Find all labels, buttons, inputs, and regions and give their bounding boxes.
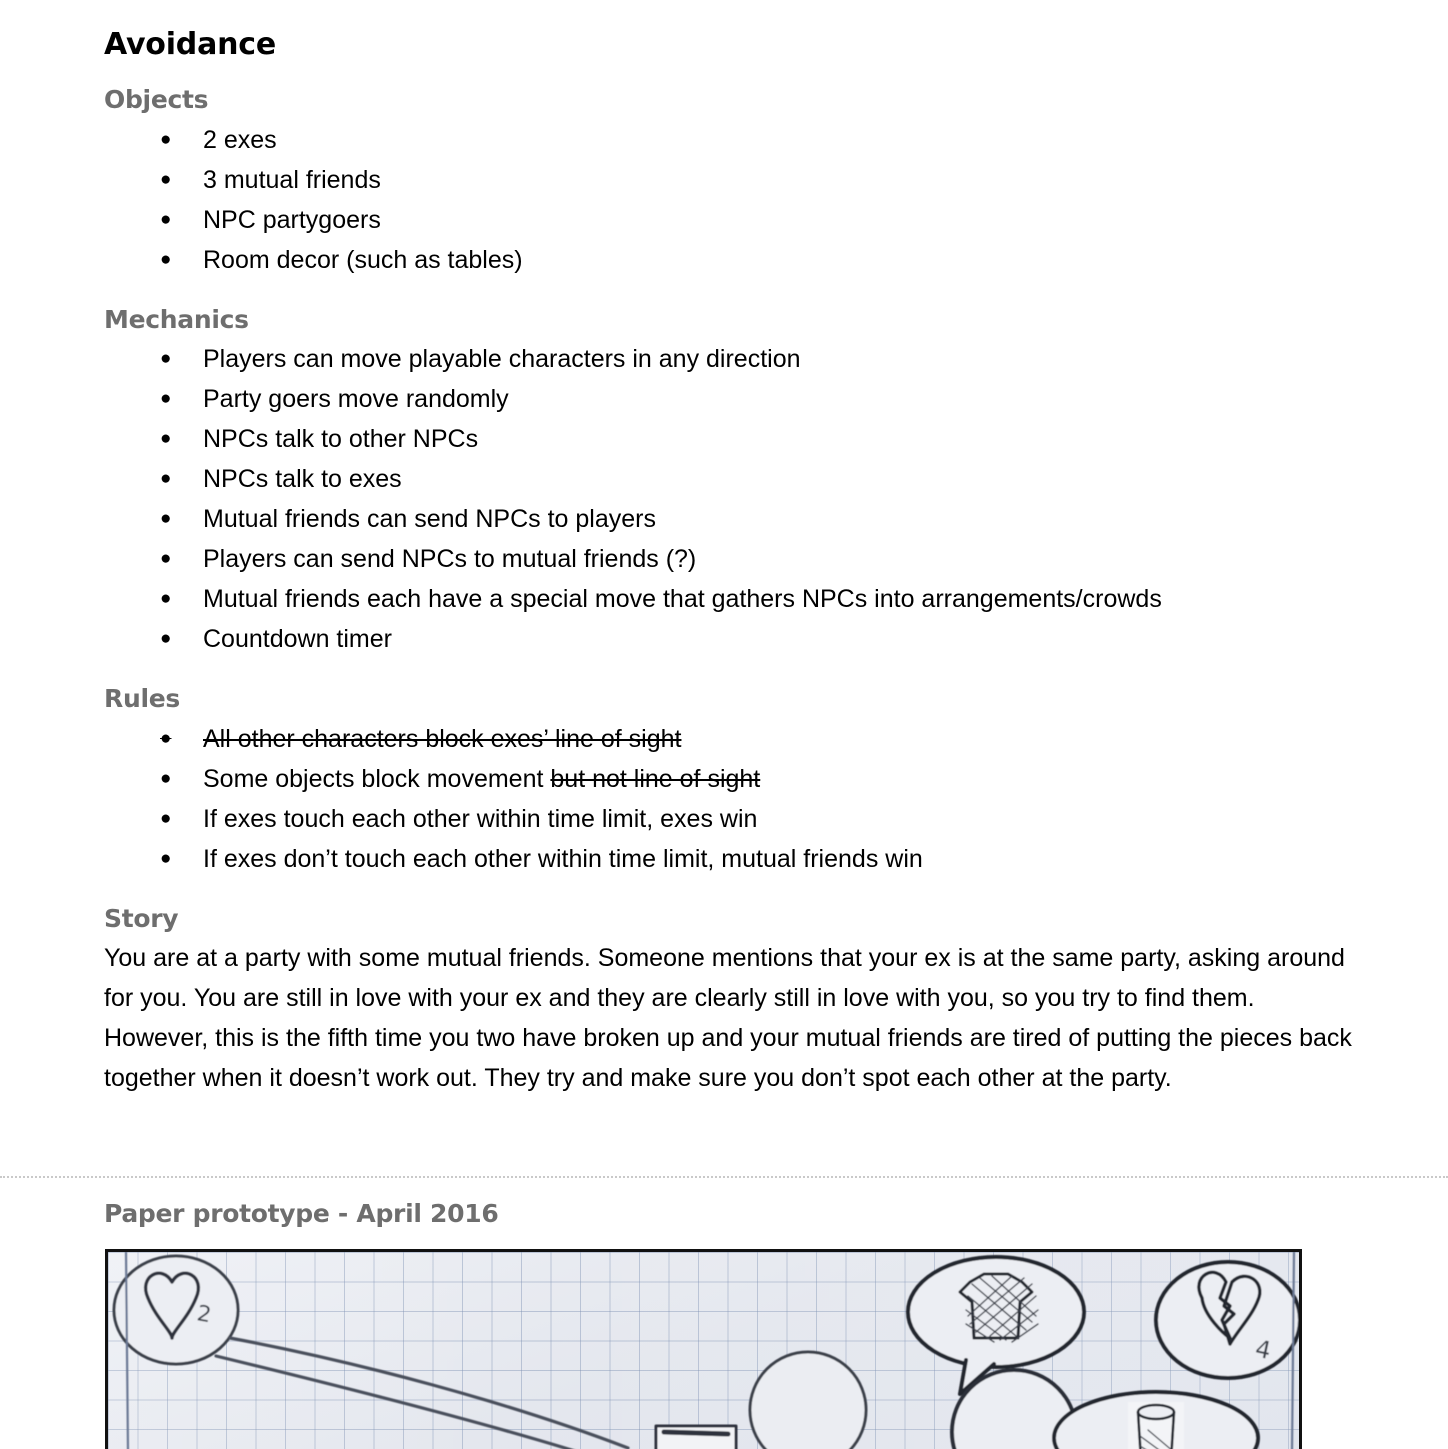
list-item: ● Players can send NPCs to mutual friend… [104, 539, 1448, 579]
section-heading-story: Story [104, 903, 179, 933]
list-item-struck: ● All other characters block exes’ line … [104, 719, 1448, 759]
list-item-label: If exes don’t touch each other within ti… [203, 844, 923, 873]
list-item-label: NPCs talk to other NPCs [203, 425, 479, 453]
list-item-label: Mutual friends can send NPCs to players [203, 505, 656, 533]
bullet-icon: ● [160, 248, 172, 270]
mechanics-list: ● Players can move playable characters i… [104, 339, 1448, 659]
list-item: ● Mutual friends can send NPCs to player… [104, 499, 1448, 539]
bullet-icon: ● [160, 847, 172, 869]
bullet-icon: ● [160, 588, 172, 609]
list-item-label: 2 exes [203, 125, 277, 154]
story-paragraph: You are at a party with some mutual frie… [104, 944, 1352, 1092]
list-item: ● NPCs talk to other NPCs [104, 419, 1448, 459]
list-item: ● Room decor (such as tables) [104, 240, 1448, 280]
bullet-icon: ● [160, 428, 172, 449]
document-page: Avoidance Objects ● 2 exes ● 3 mutual fr… [0, 0, 1448, 1449]
heart-token: 2 [112, 1254, 240, 1366]
list-item: ● If exes don’t touch each other within … [104, 839, 1448, 879]
paper-prototype-photo: 2 4 [105, 1249, 1302, 1449]
list-item-label: Mutual friends each have a special move … [203, 585, 1162, 613]
bullet-icon: ● [160, 767, 172, 789]
bullet-icon: ● [160, 508, 172, 529]
list-item: ● Players can move playable characters i… [104, 339, 1448, 379]
list-item: ● 3 mutual friends [104, 160, 1448, 200]
list-item-label: Players can move playable characters in … [203, 345, 801, 373]
prototype-sketch: 2 4 [112, 1252, 1299, 1449]
bullet-icon: ● [160, 128, 172, 150]
broken-heart-token: 4 [1154, 1260, 1299, 1380]
rules-list: ● All other characters block exes’ line … [104, 719, 1448, 879]
list-item: ● If exes touch each other within time l… [104, 799, 1448, 839]
list-item-label: If exes touch each other within time lim… [203, 804, 758, 833]
list-item-label: Some objects block movement [203, 764, 551, 793]
objects-list: ● 2 exes ● 3 mutual friends ● NPC partyg… [104, 120, 1448, 280]
card-token-a [654, 1424, 738, 1449]
list-item: ● Mutual friends each have a special mov… [104, 579, 1448, 619]
list-item-label: Players can send NPCs to mutual friends … [203, 545, 697, 573]
list-item-label: Countdown timer [203, 625, 392, 653]
bullet-icon: ● [160, 727, 172, 749]
list-item: ● Some objects block movement but not li… [104, 759, 1448, 799]
line-of-sight-cone [214, 1336, 630, 1449]
bullet-icon: ● [160, 388, 172, 409]
bullet-icon: ● [160, 548, 172, 569]
bullet-icon: ● [160, 468, 172, 489]
list-item: ● Countdown timer [104, 619, 1448, 659]
section-divider [0, 1176, 1448, 1178]
section-heading-rules: Rules [104, 684, 180, 713]
list-item-label: Room decor (such as tables) [203, 245, 523, 274]
list-item-label: Party goers move randomly [203, 385, 509, 413]
section-heading-mechanics: Mechanics [104, 304, 249, 334]
list-item-label-struck: but not line of sight [550, 764, 761, 793]
bullet-icon: ● [160, 348, 172, 369]
section-heading-objects: Objects [104, 85, 209, 114]
list-item: ● Party goers move randomly [104, 379, 1448, 419]
prototype-section: Paper prototype - April 2016 [104, 1200, 1354, 1246]
npc-token-blank-a [748, 1350, 868, 1449]
list-item-label: All other characters block exes’ line of… [203, 724, 682, 753]
list-item-label: NPCs talk to exes [203, 465, 402, 493]
list-item-label: 3 mutual friends [203, 165, 381, 194]
bullet-icon: ● [160, 208, 172, 230]
list-item-label: NPC partygoers [203, 205, 381, 234]
bullet-icon: ● [160, 807, 172, 829]
bullet-icon: ● [160, 628, 172, 649]
cup-token [1052, 1390, 1260, 1449]
graph-paper-background: 2 4 [108, 1252, 1299, 1449]
bullet-icon: ● [160, 168, 172, 190]
list-item: ● 2 exes [104, 120, 1448, 160]
section-heading-paper-prototype: Paper prototype - April 2016 [104, 1199, 499, 1228]
list-item: ● NPC partygoers [104, 200, 1448, 240]
document-content: Avoidance Objects ● 2 exes ● 3 mutual fr… [0, 0, 1448, 1098]
page-title: Avoidance [104, 27, 277, 62]
list-item: ● NPCs talk to exes [104, 459, 1448, 499]
